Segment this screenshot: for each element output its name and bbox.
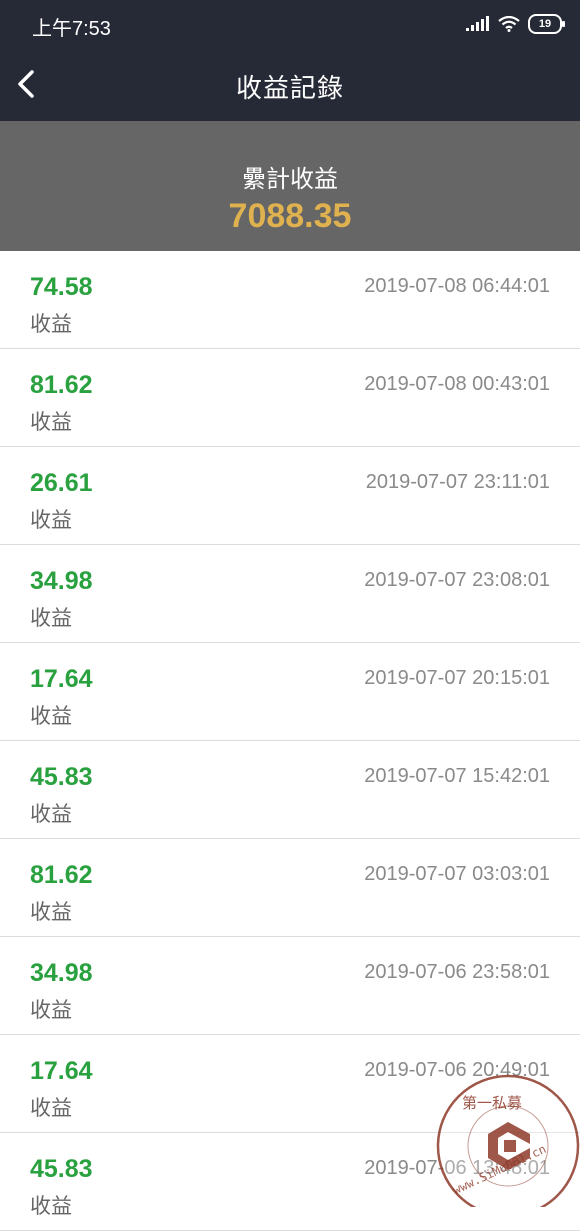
nav-bar: 收益記錄: [0, 48, 580, 121]
status-time: 上午7:53: [32, 18, 111, 40]
summary-value: 7088.35: [228, 197, 352, 235]
list-item[interactable]: 34.98 收益 2019-07-07 23:08:01: [0, 545, 580, 643]
record-amount: 26.61: [30, 469, 93, 497]
record-time: 2019-07-06 13:48:01: [364, 1157, 550, 1179]
record-amount: 34.98: [30, 567, 93, 595]
record-type: 收益: [30, 411, 72, 434]
record-type: 收益: [30, 999, 72, 1022]
page-title: 收益記錄: [235, 73, 344, 103]
list-item[interactable]: 34.98 收益 2019-07-06 23:58:01: [0, 937, 580, 1035]
list-item[interactable]: 81.62 收益 2019-07-07 03:03:01: [0, 839, 580, 937]
record-type: 收益: [30, 313, 72, 336]
list-item[interactable]: 26.61 收益 2019-07-07 23:11:01: [0, 447, 580, 545]
summary-panel: 纍計收益 7088.35: [0, 121, 580, 251]
record-time: 2019-07-08 06:44:01: [364, 275, 550, 297]
record-time: 2019-07-07 20:15:01: [364, 667, 550, 689]
records-list[interactable]: 74.58 收益 2019-07-08 06:44:01 81.62 收益 20…: [0, 251, 580, 1231]
record-amount: 81.62: [30, 861, 93, 889]
list-item[interactable]: 45.83 收益 2019-07-06 13:48:01: [0, 1133, 580, 1231]
record-amount: 45.83: [30, 763, 93, 791]
record-amount: 74.58: [30, 273, 93, 301]
record-type: 收益: [30, 607, 72, 630]
record-time: 2019-07-07 03:03:01: [364, 863, 550, 885]
record-time: 2019-07-08 00:43:01: [364, 373, 550, 395]
record-type: 收益: [30, 803, 72, 826]
record-amount: 81.62: [30, 371, 93, 399]
record-amount: 34.98: [30, 959, 93, 987]
record-amount: 45.83: [30, 1155, 93, 1183]
record-type: 收益: [30, 1097, 72, 1120]
record-time: 2019-07-07 15:42:01: [364, 765, 550, 787]
record-amount: 17.64: [30, 665, 93, 693]
list-item[interactable]: 74.58 收益 2019-07-08 06:44:01: [0, 251, 580, 349]
record-amount: 17.64: [30, 1057, 93, 1085]
signal-icon: [466, 16, 489, 31]
summary-label: 纍計收益: [242, 166, 338, 193]
record-type: 收益: [30, 509, 72, 532]
list-item[interactable]: 45.83 收益 2019-07-07 15:42:01: [0, 741, 580, 839]
record-time: 2019-07-07 23:11:01: [365, 471, 550, 493]
record-time: 2019-07-06 23:58:01: [364, 961, 550, 983]
record-type: 收益: [30, 901, 72, 924]
wifi-icon: [498, 16, 520, 32]
list-item[interactable]: 17.64 收益 2019-07-07 20:15:01: [0, 643, 580, 741]
battery-icon: 19: [528, 14, 565, 34]
status-bar: 上午7:53 19: [0, 0, 580, 48]
list-item[interactable]: 81.62 收益 2019-07-08 00:43:01: [0, 349, 580, 447]
list-item[interactable]: 17.64 收益 2019-07-06 20:49:01: [0, 1035, 580, 1133]
record-type: 收益: [30, 1195, 72, 1218]
record-time: 2019-07-06 20:49:01: [364, 1059, 550, 1081]
record-time: 2019-07-07 23:08:01: [364, 569, 550, 591]
record-type: 收益: [30, 705, 72, 728]
status-icons: 19: [466, 14, 565, 34]
